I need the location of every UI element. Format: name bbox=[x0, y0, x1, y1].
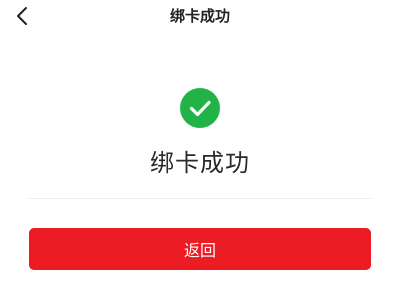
check-circle-icon bbox=[180, 88, 220, 128]
page-title: 绑卡成功 bbox=[169, 7, 230, 25]
result-title: 绑卡成功 bbox=[150, 149, 250, 177]
nav-bar: 绑卡成功 bbox=[0, 0, 400, 34]
divider bbox=[28, 198, 372, 199]
return-button[interactable]: 返回 bbox=[29, 228, 371, 270]
